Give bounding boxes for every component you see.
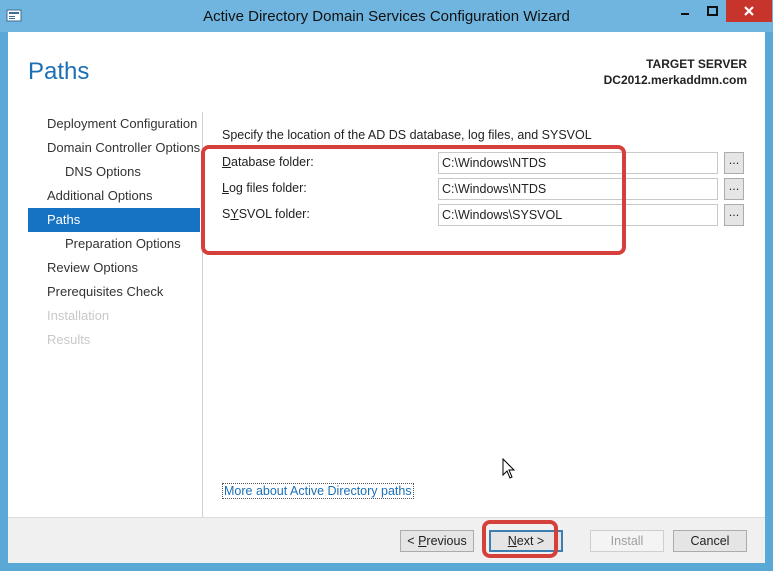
title-bar[interactable]: Active Directory Domain Services Configu… xyxy=(0,0,773,32)
paths-intro-text: Specify the location of the AD DS databa… xyxy=(222,128,592,142)
wizard-footer: < Previous Next > Install Cancel xyxy=(8,517,765,563)
next-button-highlight-box xyxy=(482,520,558,558)
close-button[interactable] xyxy=(726,0,772,22)
wizard-client-area: Paths TARGET SERVER DC2012.merkaddmn.com… xyxy=(8,32,765,563)
cancel-button[interactable]: Cancel xyxy=(673,530,747,552)
fields-highlight-box xyxy=(201,145,626,255)
minimize-icon xyxy=(680,13,689,15)
previous-button[interactable]: < Previous xyxy=(400,530,474,552)
log-files-folder-browse-button[interactable]: ... xyxy=(724,178,744,200)
target-server-value: DC2012.merkaddmn.com xyxy=(603,73,747,87)
wizard-window: Active Directory Domain Services Configu… xyxy=(0,0,773,571)
minimize-button[interactable] xyxy=(671,0,698,22)
database-folder-browse-button[interactable]: ... xyxy=(724,152,744,174)
window-title: Active Directory Domain Services Configu… xyxy=(203,8,570,25)
maximize-icon xyxy=(706,6,718,16)
page-title: Paths xyxy=(28,58,90,85)
nav-item-deployment-configuration[interactable]: Deployment Configuration xyxy=(28,112,200,136)
sysvol-folder-browse-button[interactable]: ... xyxy=(724,204,744,226)
target-server: TARGET SERVER DC2012.merkaddmn.com xyxy=(604,56,747,88)
wizard-nav: Deployment Configuration Domain Controll… xyxy=(28,112,200,352)
close-icon xyxy=(744,6,754,16)
nav-item-dns-options[interactable]: DNS Options xyxy=(28,160,200,184)
nav-item-preparation-options[interactable]: Preparation Options xyxy=(28,232,200,256)
target-server-label: TARGET SERVER xyxy=(646,57,747,71)
mouse-cursor-icon xyxy=(502,458,516,479)
nav-item-installation: Installation xyxy=(47,308,110,323)
maximize-button[interactable] xyxy=(698,0,726,22)
paths-content: Specify the location of the AD DS databa… xyxy=(222,128,752,226)
nav-item-paths[interactable]: Paths xyxy=(28,208,200,232)
nav-item-prerequisites-check[interactable]: Prerequisites Check xyxy=(28,280,200,304)
more-about-paths-link[interactable]: More about Active Directory paths xyxy=(222,483,414,499)
install-button: Install xyxy=(590,530,664,552)
nav-item-domain-controller-options[interactable]: Domain Controller Options xyxy=(28,136,200,160)
nav-item-review-options[interactable]: Review Options xyxy=(28,256,200,280)
nav-item-additional-options[interactable]: Additional Options xyxy=(28,184,200,208)
nav-item-results: Results xyxy=(47,332,91,347)
